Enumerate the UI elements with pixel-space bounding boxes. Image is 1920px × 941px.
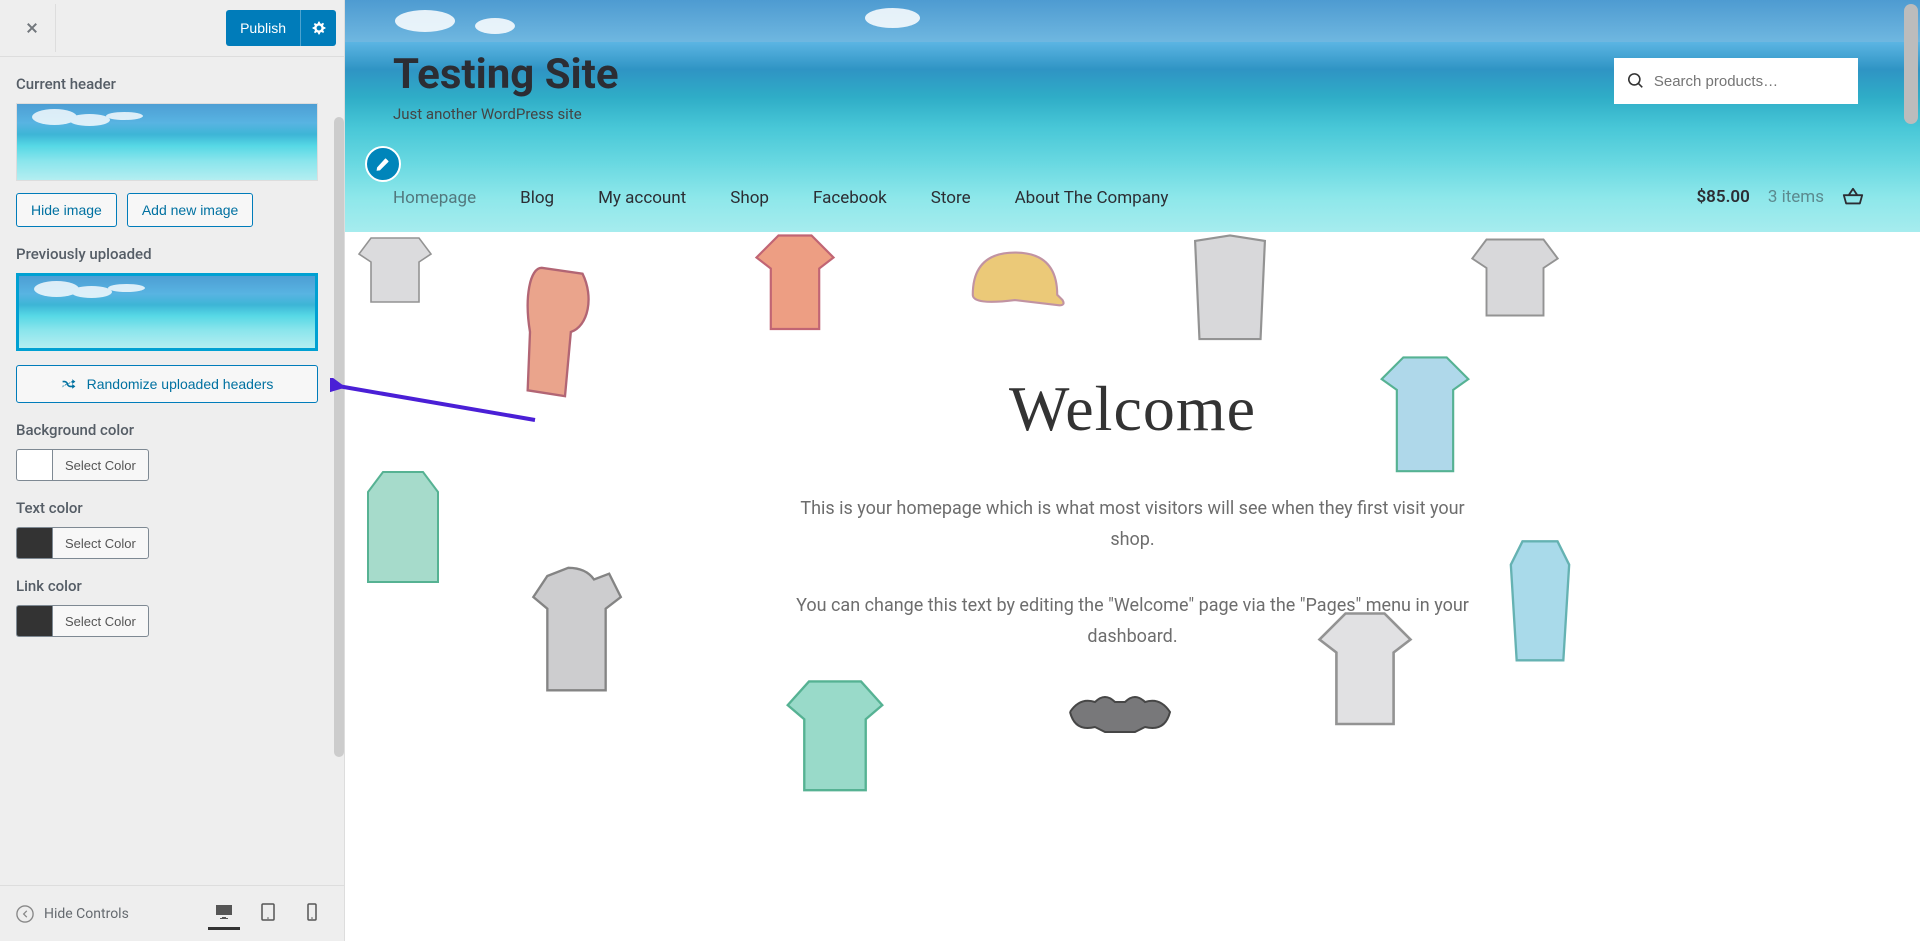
hide-controls-label: Hide Controls (44, 906, 129, 922)
customizer-scrollbar[interactable] (334, 117, 344, 757)
shuffle-icon (61, 376, 77, 392)
link-color-swatch[interactable] (16, 605, 52, 637)
close-customizer-button[interactable] (8, 4, 56, 52)
nav-shop[interactable]: Shop (730, 188, 769, 208)
publish-settings-button[interactable] (300, 10, 336, 46)
cart-item-count: 3 items (1768, 187, 1824, 207)
edit-shortcut-button[interactable] (365, 146, 401, 182)
customizer-panel: Publish Current header Hide image Add ne… (0, 0, 345, 941)
link-color-label: Link color (16, 577, 328, 595)
search-box[interactable] (1614, 58, 1858, 104)
collapse-left-icon (16, 905, 34, 923)
search-icon (1628, 72, 1644, 90)
nav-about[interactable]: About The Company (1015, 188, 1169, 208)
text-select-color-button[interactable]: Select Color (52, 527, 149, 559)
customizer-header: Publish (0, 0, 344, 57)
site-preview: Testing Site Just another WordPress site… (345, 0, 1920, 941)
publish-button[interactable]: Publish (226, 10, 300, 46)
background-color-label: Background color (16, 421, 328, 439)
mobile-icon (302, 902, 322, 922)
cart-total: $85.00 (1696, 187, 1749, 207)
nav-blog[interactable]: Blog (520, 188, 554, 208)
site-header: Testing Site Just another WordPress site… (345, 0, 1920, 232)
hide-controls-button[interactable]: Hide Controls (16, 905, 129, 923)
gear-icon (311, 20, 327, 36)
primary-nav: Homepage Blog My account Shop Facebook S… (393, 188, 1168, 208)
tablet-icon (258, 902, 278, 922)
current-header-image[interactable] (16, 103, 318, 181)
site-tagline: Just another WordPress site (393, 105, 619, 123)
link-select-color-button[interactable]: Select Color (52, 605, 149, 637)
background-select-color-button[interactable]: Select Color (52, 449, 149, 481)
device-mobile-button[interactable] (296, 898, 328, 930)
desktop-icon (214, 902, 234, 922)
previously-uploaded-image[interactable] (16, 273, 318, 351)
annotation-arrow (330, 378, 540, 428)
device-tablet-button[interactable] (252, 898, 284, 930)
randomize-label: Randomize uploaded headers (87, 376, 274, 392)
customizer-footer: Hide Controls (0, 885, 344, 941)
randomize-headers-button[interactable]: Randomize uploaded headers (16, 365, 318, 403)
nav-homepage[interactable]: Homepage (393, 188, 476, 208)
basket-icon (1842, 186, 1864, 208)
nav-facebook[interactable]: Facebook (813, 188, 887, 208)
preview-scrollbar[interactable] (1904, 4, 1918, 124)
page-body: Welcome This is your homepage which is w… (345, 232, 1920, 941)
welcome-paragraph-1: This is your homepage which is what most… (793, 494, 1473, 555)
nav-my-account[interactable]: My account (598, 188, 686, 208)
hide-image-button[interactable]: Hide image (16, 193, 117, 227)
text-color-swatch[interactable] (16, 527, 52, 559)
nav-store[interactable]: Store (931, 188, 971, 208)
pencil-icon (375, 156, 391, 172)
cart-summary[interactable]: $85.00 3 items (1696, 186, 1864, 208)
close-icon (22, 18, 42, 38)
background-color-swatch[interactable] (16, 449, 52, 481)
customizer-body: Current header Hide image Add new image … (0, 57, 344, 885)
previously-uploaded-label: Previously uploaded (16, 245, 328, 263)
site-title[interactable]: Testing Site (393, 50, 619, 99)
search-input[interactable] (1654, 73, 1844, 90)
device-desktop-button[interactable] (208, 898, 240, 930)
current-header-label: Current header (16, 75, 328, 93)
add-new-image-button[interactable]: Add new image (127, 193, 254, 227)
text-color-label: Text color (16, 499, 328, 517)
